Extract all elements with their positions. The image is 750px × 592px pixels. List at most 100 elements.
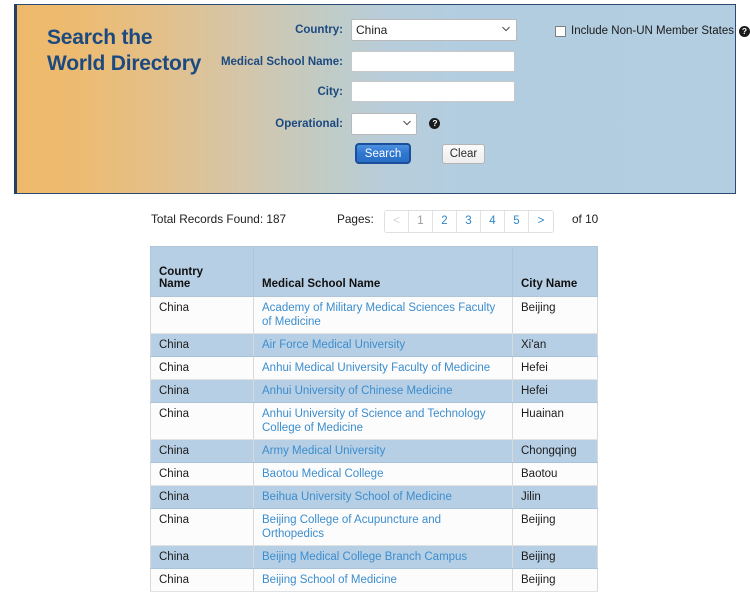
form-row-school: Medical School Name:	[17, 51, 735, 77]
cell-city-name: Hefei	[512, 356, 598, 380]
cell-medical-school-name: Beijing College of Acupuncture and Ortho…	[253, 508, 513, 546]
cell-country-name: China	[150, 462, 254, 486]
column-header-country-name[interactable]: Country Name	[150, 246, 254, 297]
cell-medical-school-name: Anhui Medical University Faculty of Medi…	[253, 356, 513, 380]
pagination-item-5[interactable]: 5	[505, 211, 529, 232]
medical-school-link[interactable]: Beijing College of Acupuncture and Ortho…	[262, 514, 441, 540]
cell-medical-school-name: Baotou Medical College	[253, 462, 513, 486]
table-row: China Baotou Medical College Baotou	[150, 462, 598, 486]
city-input[interactable]	[351, 81, 515, 102]
table-row: China Beijing College of Acupuncture and …	[150, 508, 598, 546]
cell-city-name: Chongqing	[512, 439, 598, 463]
pagination-item-4[interactable]: 4	[481, 211, 505, 232]
cell-city-name: Huainan	[512, 402, 598, 440]
help-circle-icon[interactable]: ?	[738, 25, 750, 37]
table-row: China Beijing Medical College Branch Camp…	[150, 545, 598, 569]
cell-medical-school-name: Air Force Medical University	[253, 333, 513, 357]
cell-city-name: Beijing	[512, 508, 598, 546]
medical-school-link[interactable]: Beihua University School of Medicine	[262, 491, 452, 503]
results-table-head: Country Name Medical School Name City Na…	[150, 246, 598, 297]
cell-city-name: Xi'an	[512, 333, 598, 357]
cell-country-name: China	[150, 568, 254, 592]
medical-school-link[interactable]: Academy of Military Medical Sciences Fac…	[262, 302, 495, 328]
pagination-total-pages: of 10	[572, 212, 599, 226]
table-row: China Beihua University School of Medicin…	[150, 485, 598, 509]
pagination-item-2[interactable]: 2	[433, 211, 457, 232]
table-row: China Beijing School of Medicine Beijing	[150, 568, 598, 592]
table-header-row: Country Name Medical School Name City Na…	[150, 246, 598, 297]
pagination-item-1: 1	[409, 211, 433, 232]
medical-school-link[interactable]: Beijing Medical College Branch Campus	[262, 551, 467, 563]
form-row-city: City:	[17, 81, 735, 107]
cell-city-name: Beijing	[512, 296, 598, 334]
cell-country-name: China	[150, 439, 254, 463]
clear-button[interactable]: Clear	[442, 144, 485, 164]
column-header-country-name-line1: Country	[159, 266, 204, 278]
operational-label: Operational:	[275, 118, 343, 130]
country-select-wrap: China	[351, 19, 517, 41]
column-header-city-name[interactable]: City Name	[512, 246, 598, 297]
table-row: China Air Force Medical University Xi'an	[150, 333, 598, 357]
cell-medical-school-name: Army Medical University	[253, 439, 513, 463]
pagination[interactable]: <1 2 3 4 5 >	[384, 210, 554, 233]
help-circle-icon[interactable]: ?	[429, 118, 441, 130]
medical-school-link[interactable]: Army Medical University	[262, 445, 385, 457]
country-control: China	[351, 19, 517, 41]
medical-school-link[interactable]: Baotou Medical College	[262, 468, 383, 480]
operational-control: ?	[351, 113, 441, 135]
country-select[interactable]: China	[351, 19, 517, 41]
cell-medical-school-name: Anhui University of Chinese Medicine	[253, 379, 513, 403]
cell-country-name: China	[150, 485, 254, 509]
cell-country-name: China	[150, 356, 254, 380]
include-non-un-member-states-label: Include Non-UN Member States	[571, 25, 734, 37]
medical-school-link[interactable]: Anhui Medical University Faculty of Medi…	[262, 362, 490, 374]
operational-select[interactable]	[351, 113, 417, 135]
operational-select-wrap	[351, 113, 417, 135]
medical-school-link[interactable]: Anhui University of Chinese Medicine	[262, 385, 452, 397]
cell-country-name: China	[150, 379, 254, 403]
cell-country-name: China	[150, 333, 254, 357]
city-label: City:	[317, 86, 343, 98]
table-row: China Anhui University of Chinese Medicin…	[150, 379, 598, 403]
include-non-un-member-states-checkbox[interactable]	[555, 25, 566, 37]
pagination-item-next[interactable]: >	[529, 211, 553, 232]
school-control	[351, 51, 515, 72]
results-table: Country Name Medical School Name City Na…	[150, 246, 598, 592]
cell-medical-school-name: Academy of Military Medical Sciences Fac…	[253, 296, 513, 334]
cell-city-name: Baotou	[512, 462, 598, 486]
table-row: China Army Medical University Chongqing	[150, 439, 598, 463]
column-header-medical-school-name[interactable]: Medical School Name	[253, 246, 513, 297]
total-records-found: Total Records Found: 187	[151, 212, 287, 226]
cell-medical-school-name: Anhui University of Science and Technolo…	[253, 402, 513, 440]
cell-country-name: China	[150, 402, 254, 440]
pages-label: Pages:	[337, 212, 374, 226]
cell-medical-school-name: Beijing Medical College Branch Campus	[253, 545, 513, 569]
cell-country-name: China	[150, 545, 254, 569]
cell-city-name: Jilin	[512, 485, 598, 509]
table-row: China Anhui Medical University Faculty of…	[150, 356, 598, 380]
cell-country-name: China	[150, 296, 254, 334]
results-table-body: China Academy of Military Medical Science…	[150, 296, 598, 592]
cell-city-name: Beijing	[512, 545, 598, 569]
search-button[interactable]: Search	[355, 143, 411, 164]
medical-school-name-input[interactable]	[351, 51, 515, 72]
medical-school-link[interactable]: Air Force Medical University	[262, 339, 405, 351]
cell-city-name: Hefei	[512, 379, 598, 403]
country-label: Country:	[295, 24, 343, 36]
form-row-operational: Operational: ?	[17, 113, 735, 139]
column-header-country-name-line2: Name	[159, 278, 191, 290]
cell-medical-school-name: Beijing School of Medicine	[253, 568, 513, 592]
table-row: China Anhui University of Science and Tec…	[150, 402, 598, 440]
pagination-item-3[interactable]: 3	[457, 211, 481, 232]
medical-school-link[interactable]: Anhui University of Science and Technolo…	[262, 408, 486, 434]
search-banner: Search the World Directory Country: Chin…	[14, 4, 750, 194]
pagination-item-prev: <	[385, 211, 409, 232]
include-non-un-member-states-group: Include Non-UN Member States ?	[555, 25, 750, 37]
cell-medical-school-name: Beihua University School of Medicine	[253, 485, 513, 509]
cell-country-name: China	[150, 508, 254, 546]
cell-city-name: Beijing	[512, 568, 598, 592]
table-row: China Academy of Military Medical Science…	[150, 296, 598, 334]
medical-school-link[interactable]: Beijing School of Medicine	[262, 574, 397, 586]
school-label: Medical School Name:	[220, 56, 343, 68]
city-control	[351, 81, 515, 102]
